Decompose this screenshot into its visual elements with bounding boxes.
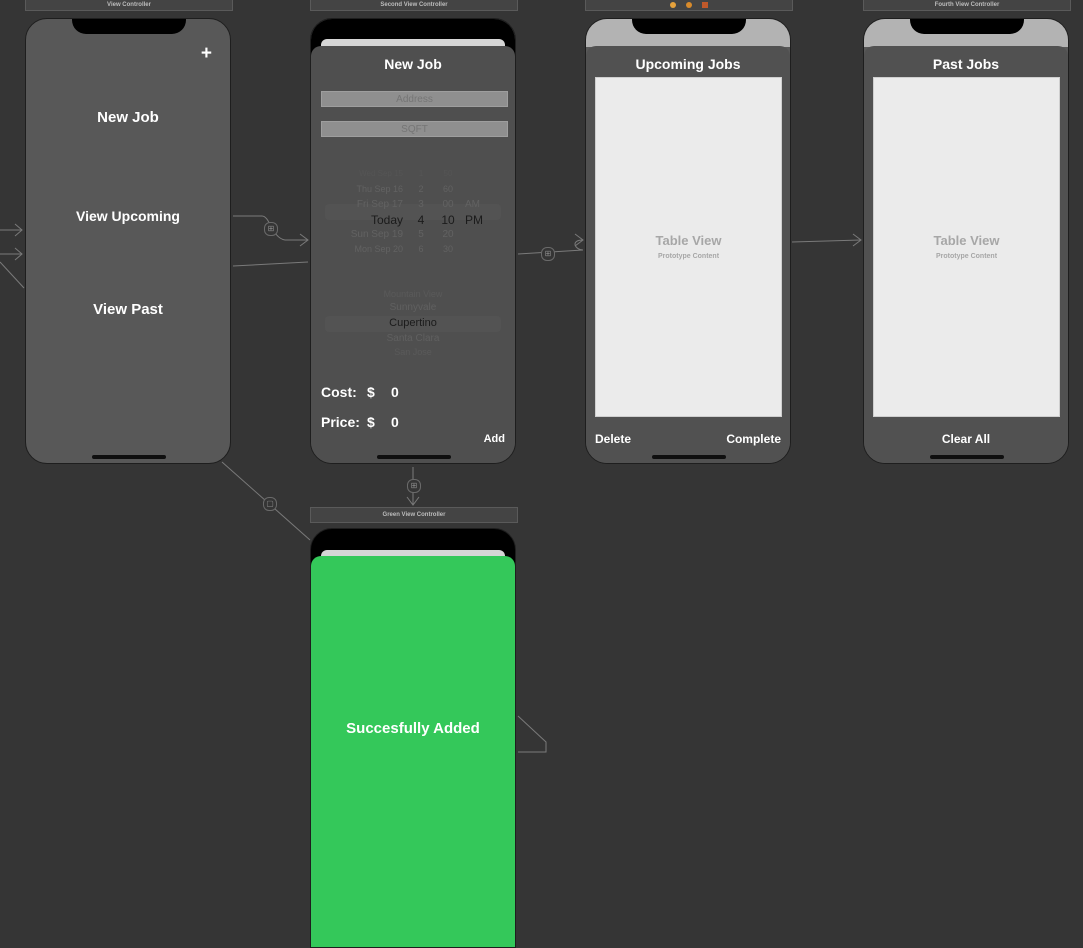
date-picker-row[interactable]: Wed Sep 15 1 50: [311, 169, 515, 183]
complete-button[interactable]: Complete: [726, 432, 781, 446]
sqft-field[interactable]: [321, 121, 508, 137]
date-picker-hour: 1: [418, 169, 424, 178]
city-option[interactable]: Sunnyvale: [311, 302, 515, 313]
success-screen: Succesfully Added: [310, 528, 516, 948]
delete-button[interactable]: Delete: [595, 432, 631, 446]
date-picker-hour: 3: [418, 198, 424, 210]
segue-icon[interactable]: ⊞: [541, 247, 555, 261]
date-picker-row-selected[interactable]: Today 4 10 PM: [311, 213, 515, 227]
table-view-subtitle: Prototype Content: [657, 253, 720, 260]
date-picker-hour: 5: [418, 229, 424, 241]
cost-currency: $: [367, 384, 375, 400]
date-picker-minute: 30: [442, 244, 453, 254]
date-picker-row[interactable]: Mon Sep 20 6 30: [311, 244, 515, 257]
scene-title-green-view-controller[interactable]: Green View Controller: [310, 507, 518, 523]
city-picker[interactable]: Mountain View Sunnyvale Cupertino Santa …: [311, 287, 515, 357]
device-notch: [357, 19, 471, 34]
add-button[interactable]: Add: [484, 433, 505, 445]
date-picker-minute: 20: [442, 229, 454, 241]
date-picker-ampm: PM: [465, 213, 483, 228]
date-picker-row[interactable]: Fri Sep 17 3 00 AM: [311, 199, 515, 213]
address-field[interactable]: [321, 91, 508, 107]
success-message: Succesfully Added: [346, 720, 480, 737]
date-picker-minute: 10: [441, 213, 455, 228]
city-option[interactable]: Santa Clara: [311, 333, 515, 344]
date-picker-row[interactable]: Thu Sep 16 2 60: [311, 184, 515, 198]
date-picker[interactable]: Wed Sep 15 1 50 Thu Sep 16 2 60 Fri Sep 17 3 00 A…: [311, 167, 515, 257]
table-view-subtitle: Prototype Content: [935, 253, 998, 260]
green-sheet: Succesfully Added: [311, 556, 515, 947]
date-picker-minute: 60: [442, 183, 453, 194]
page-title: Upcoming Jobs: [635, 56, 741, 72]
home-screen: + New Job View Upcoming View Past: [25, 18, 231, 464]
date-picker-hour: 6: [418, 244, 424, 254]
home-indicator: [377, 455, 451, 459]
cost-value: 0: [391, 384, 399, 400]
city-option-selected[interactable]: Cupertino: [311, 317, 515, 329]
clear-all-button[interactable]: Clear All: [864, 432, 1068, 446]
date-picker-day: Today: [370, 213, 403, 228]
segue-icon[interactable]: ▢: [263, 497, 277, 511]
date-picker-day: Thu Sep 16: [356, 183, 403, 194]
new-job-screen: New Job Wed Sep 15150Thu Sep 16260Fri Se…: [310, 18, 516, 464]
price-value: 0: [391, 414, 399, 430]
plus-button[interactable]: +: [201, 43, 212, 65]
date-picker-day: Wed Sep 15: [359, 169, 403, 178]
view-past-button[interactable]: View Past: [26, 301, 230, 318]
date-picker-day: Fri Sep 17: [356, 198, 403, 210]
city-option[interactable]: Mountain View: [311, 289, 515, 299]
table-view-title: Table View: [933, 233, 1000, 248]
table-view-title: Table View: [655, 233, 722, 248]
price-currency: $: [367, 414, 375, 430]
device-notch: [632, 19, 746, 34]
view-upcoming-button[interactable]: View Upcoming: [26, 208, 230, 224]
new-job-button[interactable]: New Job: [26, 109, 230, 126]
date-picker-day: Mon Sep 20: [354, 244, 403, 254]
upcoming-table-view[interactable]: Table View Prototype Content: [595, 77, 782, 417]
date-picker-day: Sun Sep 19: [350, 229, 403, 241]
home-indicator: [92, 455, 166, 459]
city-option[interactable]: San Jose: [311, 347, 515, 357]
scene-title-second-view-controller[interactable]: Second View Controller: [310, 0, 518, 11]
scene-title-fourth-view-controller[interactable]: Fourth View Controller: [863, 0, 1071, 11]
segue-icon[interactable]: ⊞: [264, 222, 278, 236]
page-title: New Job: [384, 56, 442, 72]
device-notch: [910, 19, 1024, 34]
home-indicator: [652, 455, 726, 459]
date-picker-hour: 2: [418, 183, 424, 194]
upcoming-jobs-screen: Upcoming Jobs Table View Prototype Conte…: [585, 18, 791, 464]
page-title: Past Jobs: [932, 56, 1000, 72]
device-notch: [357, 529, 471, 544]
date-picker-hour: 4: [417, 213, 425, 228]
past-table-view[interactable]: Table View Prototype Content: [873, 77, 1060, 417]
date-picker-minute: 50: [443, 169, 453, 178]
date-picker-row[interactable]: Sun Sep 19 5 20: [311, 229, 515, 243]
date-picker-minute: 00: [442, 198, 454, 210]
home-indicator: [930, 455, 1004, 459]
date-picker-ampm: AM: [465, 198, 480, 210]
device-notch: [72, 19, 186, 34]
price-label: Price:: [321, 414, 360, 430]
scene-first-responder-icon[interactable]: [670, 1, 676, 8]
scene-dock-third[interactable]: [585, 0, 793, 11]
scene-title-view-controller[interactable]: View Controller: [25, 0, 233, 11]
scene-owner-icon[interactable]: [686, 1, 692, 8]
cost-label: Cost:: [321, 384, 357, 400]
segue-icon[interactable]: ⊞: [407, 479, 421, 493]
past-jobs-screen: Past Jobs Table View Prototype Content C…: [863, 18, 1069, 464]
scene-exit-icon[interactable]: [702, 1, 708, 8]
